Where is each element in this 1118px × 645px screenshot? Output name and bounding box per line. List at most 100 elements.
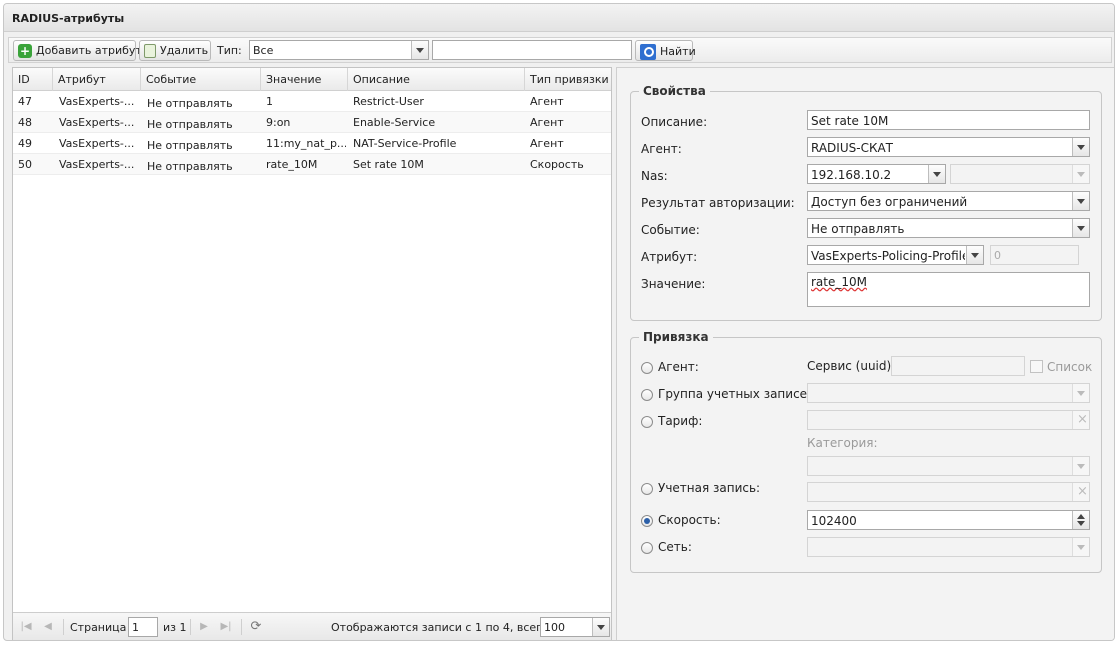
type-select-value: Все (253, 44, 274, 57)
pager-separator (63, 619, 64, 635)
search-input[interactable] (432, 40, 632, 60)
agent-select[interactable]: RADIUS-СКАТ (807, 137, 1090, 157)
add-icon: + (18, 44, 32, 58)
radius-attributes-window: RADIUS-атрибуты + Добавить атрибут Удалит… (3, 3, 1115, 641)
toolbar: + Добавить атрибут Удалить Тип: Все Найти (8, 37, 1112, 63)
attribute-select-value: VasExperts-Policing-Profile (811, 249, 965, 263)
table-row[interactable]: 49 VasExperts-... Не отправлять 11:my_na… (13, 133, 611, 154)
speed-value: 102400 (811, 514, 857, 528)
cell-id: 50 (18, 158, 32, 171)
clear-icon[interactable] (1072, 411, 1089, 429)
cell-value: rate_10M (266, 158, 318, 171)
binding-network-radio[interactable] (641, 542, 653, 554)
speed-label: Скорость: (658, 513, 721, 527)
clear-icon[interactable] (1072, 483, 1089, 501)
chevron-down-icon[interactable] (1072, 219, 1089, 237)
find-label: Найти (660, 45, 696, 58)
chevron-down-icon[interactable] (592, 618, 609, 636)
service-uuid-input[interactable] (891, 356, 1025, 376)
chevron-down-icon[interactable] (1072, 165, 1089, 183)
chevron-down-icon[interactable] (411, 41, 428, 59)
cell-value: 11:my_nat_p... (266, 137, 346, 150)
page-number-input[interactable]: 1 (128, 617, 158, 637)
chevron-down-icon[interactable] (1072, 138, 1089, 156)
auth-result-select[interactable]: Доступ без ограничений (807, 191, 1090, 211)
page-size-select[interactable]: 100 (540, 617, 610, 637)
cell-value: 1 (266, 95, 273, 108)
speed-spinner[interactable]: 102400 (807, 510, 1090, 530)
column-header-value[interactable]: Значение (261, 68, 348, 91)
table-row[interactable]: 47 VasExperts-... Не отправлять 1 Restri… (13, 91, 611, 112)
column-header-id[interactable]: ID (13, 68, 53, 91)
attribute-number-input[interactable]: 0 (990, 245, 1079, 265)
last-page-icon[interactable]: ▶| (219, 620, 233, 634)
cell-event: Не отправлять (147, 97, 233, 110)
spinner-arrows-icon[interactable] (1072, 511, 1089, 529)
type-label: Тип: (217, 44, 242, 57)
category-select[interactable] (807, 456, 1090, 476)
attribute-select[interactable]: VasExperts-Policing-Profile (807, 245, 984, 265)
value-label: Значение: (641, 277, 706, 291)
column-header-attribute[interactable]: Атрибут (53, 68, 141, 91)
first-page-icon[interactable]: |◀ (19, 620, 33, 634)
cell-description: Enable-Service (353, 116, 436, 129)
pagination-bar: |◀ ◀ Страница 1 из 1 ▶ ▶| ⟳ Отображаются… (13, 612, 611, 640)
pager-separator (190, 619, 191, 635)
recycle-icon (144, 44, 156, 58)
event-select[interactable]: Не отправлять (807, 218, 1090, 238)
next-page-icon[interactable]: ▶ (197, 620, 211, 634)
chevron-down-icon[interactable] (966, 246, 983, 264)
cell-attribute: VasExperts-... (59, 116, 135, 129)
network-select[interactable] (807, 537, 1090, 557)
service-uuid-label: Сервис (uuid): (807, 359, 896, 373)
list-checkbox-label: Список (1047, 360, 1093, 374)
prev-page-icon[interactable]: ◀ (41, 620, 55, 634)
column-header-binding-type[interactable]: Тип привязки (525, 68, 611, 91)
event-select-value: Не отправлять (811, 222, 905, 236)
chevron-down-icon[interactable] (1072, 384, 1089, 402)
nas-extra-select[interactable] (950, 164, 1090, 184)
binding-speed-radio[interactable] (641, 515, 653, 527)
table-row[interactable]: 48 VasExperts-... Не отправлять 9:on Ena… (13, 112, 611, 133)
tariff-select[interactable] (807, 410, 1090, 430)
add-attribute-button[interactable]: + Добавить атрибут (13, 40, 142, 61)
chevron-down-icon[interactable] (1072, 538, 1089, 556)
search-icon (640, 44, 656, 60)
find-button[interactable]: Найти (635, 40, 696, 61)
description-input[interactable]: Set rate 10M (807, 110, 1090, 130)
window-title: RADIUS-атрибуты (4, 4, 1114, 32)
nas-select[interactable]: 192.168.10.2 (807, 164, 946, 184)
list-checkbox[interactable] (1030, 360, 1043, 373)
chevron-down-icon[interactable] (1072, 192, 1089, 210)
column-header-description[interactable]: Описание (348, 68, 525, 91)
cell-id: 47 (18, 95, 32, 108)
nas-select-value: 192.168.10.2 (811, 168, 892, 182)
account-label: Учетная запись: (658, 481, 761, 495)
refresh-icon[interactable]: ⟳ (249, 620, 263, 634)
cell-binding-type: Агент (530, 137, 564, 150)
agent-select-value: RADIUS-СКАТ (811, 141, 894, 155)
event-label: Событие: (641, 223, 700, 237)
chevron-down-icon[interactable] (928, 165, 945, 183)
agent-label: Агент: (641, 142, 682, 156)
cell-attribute: VasExperts-... (59, 95, 135, 108)
page-size-value: 100 (544, 621, 565, 634)
cell-description: NAT-Service-Profile (353, 137, 457, 150)
type-select[interactable]: Все (249, 40, 429, 60)
account-group-select[interactable] (807, 383, 1090, 403)
auth-result-label: Результат авторизации: (641, 196, 795, 210)
value-textarea[interactable]: rate_10M (807, 272, 1090, 307)
binding-agent-radio[interactable] (641, 362, 653, 374)
table-row[interactable]: 50 VasExperts-... Не отправлять rate_10M… (13, 154, 611, 175)
delete-button[interactable]: Удалить (139, 40, 211, 61)
binding-account-radio[interactable] (641, 483, 653, 495)
network-label: Сеть: (658, 540, 692, 554)
binding-tariff-radio[interactable] (641, 416, 653, 428)
page-label: Страница (70, 621, 127, 634)
account-select[interactable] (807, 482, 1090, 502)
chevron-down-icon[interactable] (1072, 457, 1089, 475)
column-header-event[interactable]: Событие (141, 68, 261, 91)
binding-account-group-radio[interactable] (641, 389, 653, 401)
grid-header: ID Атрибут Событие Значение Описание Тип… (13, 68, 611, 91)
properties-legend: Свойства (639, 84, 710, 98)
